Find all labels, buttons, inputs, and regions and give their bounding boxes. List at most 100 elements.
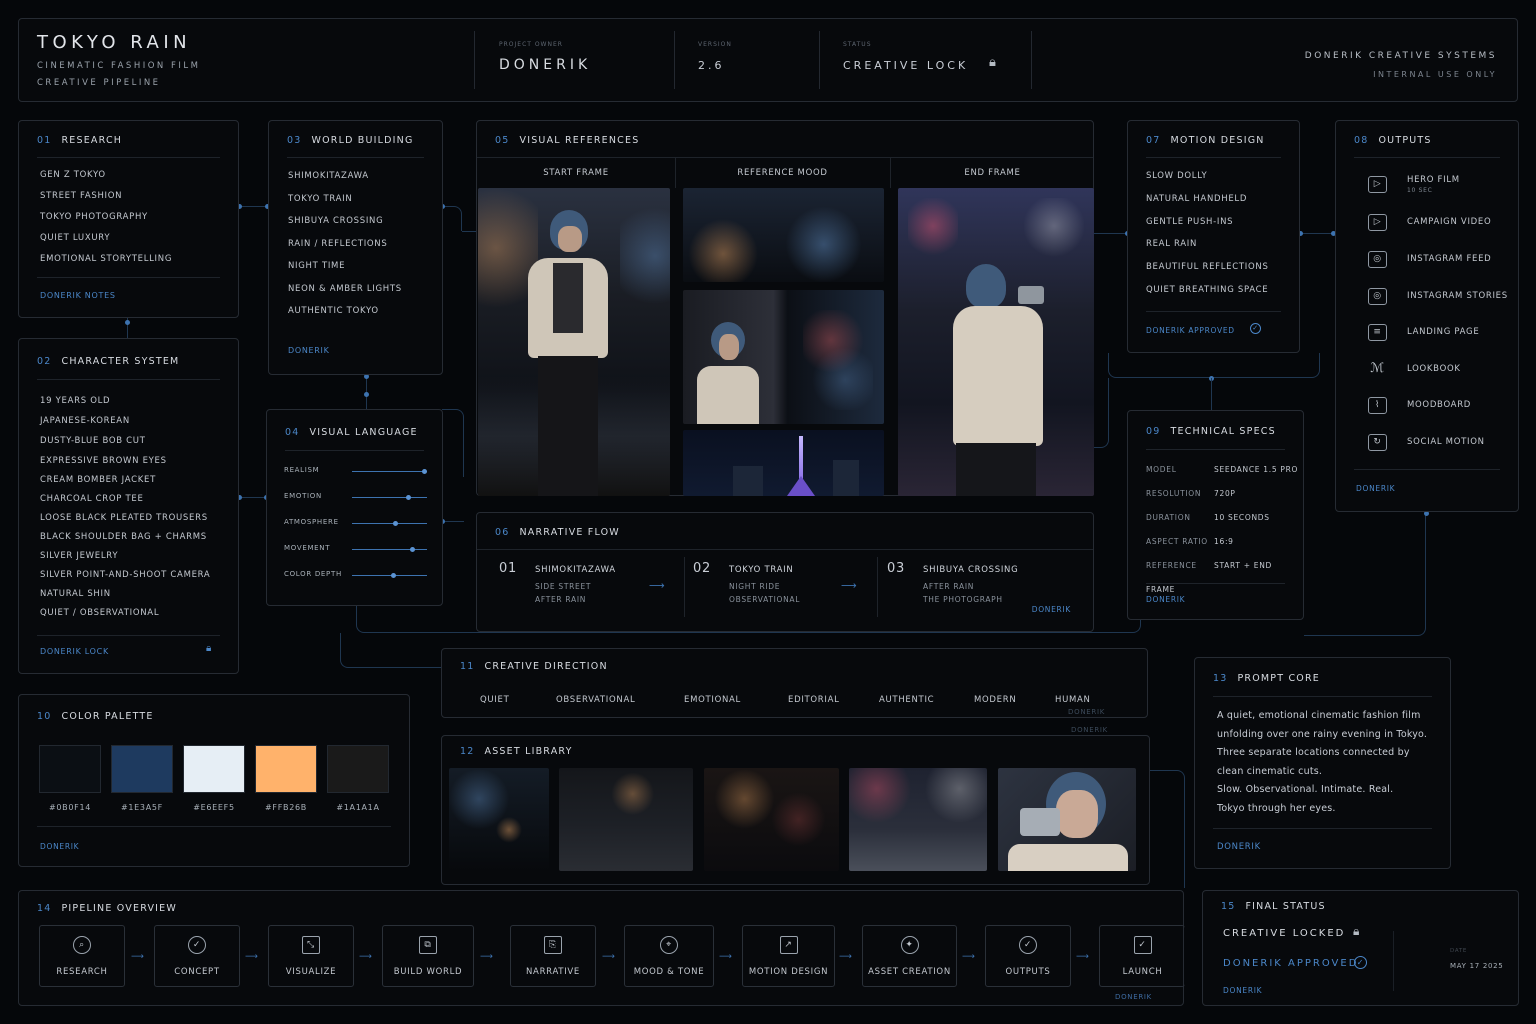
final-title: FINAL STATUS: [1245, 901, 1326, 912]
output-item-instagram-stories[interactable]: ◎ INSTAGRAM STORIES: [1368, 284, 1508, 308]
version-label: VERSION: [698, 41, 732, 48]
pipeline-step-asset-creation[interactable]: ✦ ASSET CREATION: [862, 925, 957, 987]
project-subtitle-2: CREATIVE PIPELINE: [37, 78, 161, 88]
slider-track[interactable]: [352, 573, 427, 578]
output-item-lookbook[interactable]: ℳ LOOKBOOK: [1368, 357, 1461, 381]
slider-track[interactable]: [352, 495, 427, 500]
arrow-right-icon: ⟶: [649, 579, 666, 592]
direction-chip[interactable]: EMOTIONAL: [684, 695, 741, 705]
slider-handle[interactable]: [393, 521, 398, 526]
research-item: GEN Z TOKYO: [40, 170, 106, 180]
direction-chip[interactable]: EDITORIAL: [788, 695, 840, 705]
direction-chip[interactable]: OBSERVATIONAL: [556, 695, 635, 705]
character-item: QUIET / OBSERVATIONAL: [40, 608, 160, 618]
pipeline-step-narrative[interactable]: ⎘ NARRATIVE: [510, 925, 596, 987]
spec-row: ASPECT RATIO 16:9: [1146, 537, 1234, 546]
instagram-icon: ◎: [1368, 250, 1387, 268]
slider-track[interactable]: [352, 469, 428, 474]
direction-footer-link[interactable]: DONERIK: [1068, 708, 1105, 716]
check-icon: ✓: [188, 936, 206, 954]
visual-references-panel: 05 VISUAL REFERENCES START FRAME REFERENC…: [476, 120, 1094, 496]
output-item-landing-page[interactable]: ≡ LANDING PAGE: [1368, 320, 1479, 344]
direction-chip[interactable]: MODERN: [974, 695, 1016, 705]
narrative-step-number: 03: [887, 561, 905, 576]
slider-handle[interactable]: [405, 495, 411, 500]
narrative-step-title: SHIBUYA CROSSING: [923, 565, 1019, 575]
output-item-hero-film[interactable]: ▷ HERO FILM 10 SEC: [1368, 172, 1460, 196]
palette-title: COLOR PALETTE: [61, 711, 154, 722]
output-item-instagram-feed[interactable]: ◎ INSTAGRAM FEED: [1368, 247, 1491, 271]
asset-thumbnail[interactable]: [559, 768, 693, 871]
character-lock-link[interactable]: DONERIK LOCK: [40, 647, 109, 656]
slider-handle[interactable]: [390, 573, 396, 578]
character-item: CREAM BOMBER JACKET: [40, 475, 156, 485]
world-item: NEON & AMBER LIGHTS: [288, 283, 402, 294]
direction-chip[interactable]: QUIET: [480, 695, 509, 705]
final-footer-link[interactable]: DONERIK: [1223, 986, 1262, 995]
output-item-social-motion[interactable]: ↻ SOCIAL MOTION: [1368, 430, 1485, 454]
output-label: LOOKBOOK: [1407, 364, 1461, 374]
project-title: TOKYO RAIN: [37, 32, 192, 53]
reference-mood-image-train[interactable]: [683, 290, 884, 424]
pipeline-footer-link[interactable]: DONERIK: [1115, 993, 1152, 1001]
slider-label: ATMOSPHERE: [284, 518, 339, 526]
pipeline-step-launch[interactable]: ✓ LAUNCH: [1099, 925, 1185, 987]
motion-item: QUIET BREATHING SPACE: [1146, 284, 1269, 295]
asset-thumbnail[interactable]: [449, 768, 549, 871]
character-item: CHARCOAL CROP TEE: [40, 494, 144, 504]
character-item: BLACK SHOULDER BAG + CHARMS: [40, 532, 207, 542]
pipeline-step-motion-design[interactable]: ↗ MOTION DESIGN: [742, 925, 835, 987]
motion-title: MOTION DESIGN: [1170, 135, 1265, 146]
pipeline-step-visualize[interactable]: ⤡ VISUALIZE: [268, 925, 354, 987]
end-frame-image[interactable]: [898, 188, 1094, 496]
pipeline-step-build-world[interactable]: ⧉ BUILD WORLD: [382, 925, 474, 987]
version-value: 2.6: [698, 59, 725, 72]
direction-chip[interactable]: AUTHENTIC: [879, 695, 934, 705]
pipeline-step-outputs[interactable]: ✓ OUTPUTS: [985, 925, 1071, 987]
output-label: LANDING PAGE: [1407, 327, 1480, 337]
outputs-footer-link[interactable]: DONERIK: [1356, 484, 1395, 493]
panel-number: 14: [37, 903, 52, 914]
pipeline-step-concept[interactable]: ✓ CONCEPT: [154, 925, 240, 987]
motion-item: NATURAL HANDHELD: [1146, 193, 1248, 204]
pipeline-step-mood-tone[interactable]: ⌖ MOOD & TONE: [624, 925, 714, 987]
character-item: EXPRESSIVE BROWN EYES: [40, 456, 167, 466]
direction-chip[interactable]: HUMAN: [1055, 695, 1091, 705]
world-footer-link[interactable]: DONERIK: [288, 346, 330, 355]
arrow-right-icon: ⟶: [602, 952, 616, 962]
reference-mood-image-rain[interactable]: [683, 188, 884, 282]
browser-icon: ≡: [1368, 323, 1387, 341]
prompt-footer-link[interactable]: DONERIK: [1217, 842, 1261, 852]
status-label: STATUS: [843, 41, 872, 48]
asset-thumbnail[interactable]: [704, 768, 839, 871]
color-hex-label: #E6EEF5: [193, 803, 235, 812]
specs-footer-link[interactable]: DONERIK: [1146, 595, 1185, 604]
slider-handle[interactable]: [409, 547, 415, 552]
slider-handle[interactable]: [422, 469, 428, 474]
direction-footer-link-2[interactable]: DONERIK: [1071, 726, 1108, 734]
asset-thumbnail[interactable]: [849, 768, 987, 871]
play-icon: ▷: [1368, 213, 1387, 231]
org-note: INTERNAL USE ONLY: [1373, 70, 1497, 79]
narrative-step-detail: SIDE STREET: [535, 582, 592, 591]
color-swatch[interactable]: [327, 745, 389, 793]
color-swatch[interactable]: [111, 745, 173, 793]
slider-track[interactable]: [352, 521, 427, 526]
motion-approved-link[interactable]: DONERIK APPROVED: [1146, 326, 1235, 335]
palette-footer-link[interactable]: DONERIK: [40, 842, 79, 851]
output-label: INSTAGRAM FEED: [1407, 254, 1492, 264]
pipeline-step-research[interactable]: ⌕ RESEARCH: [39, 925, 125, 987]
research-footer-link[interactable]: DONERIK NOTES: [40, 291, 116, 300]
start-frame-image[interactable]: [478, 188, 670, 496]
character-item: JAPANESE-KOREAN: [40, 416, 130, 426]
output-item-campaign-video[interactable]: ▷ CAMPAIGN VIDEO: [1368, 210, 1491, 234]
color-swatch[interactable]: [39, 745, 101, 793]
narrative-step-detail: AFTER RAIN: [535, 595, 587, 604]
output-item-moodboard[interactable]: ⌇ MOODBOARD: [1368, 393, 1471, 417]
asset-thumbnail[interactable]: [998, 768, 1136, 871]
color-swatch[interactable]: [255, 745, 317, 793]
color-swatch[interactable]: [183, 745, 245, 793]
slider-track[interactable]: [352, 547, 427, 552]
reference-mood-image-tower[interactable]: [683, 430, 884, 496]
narrative-footer-link[interactable]: DONERIK: [1032, 605, 1071, 614]
